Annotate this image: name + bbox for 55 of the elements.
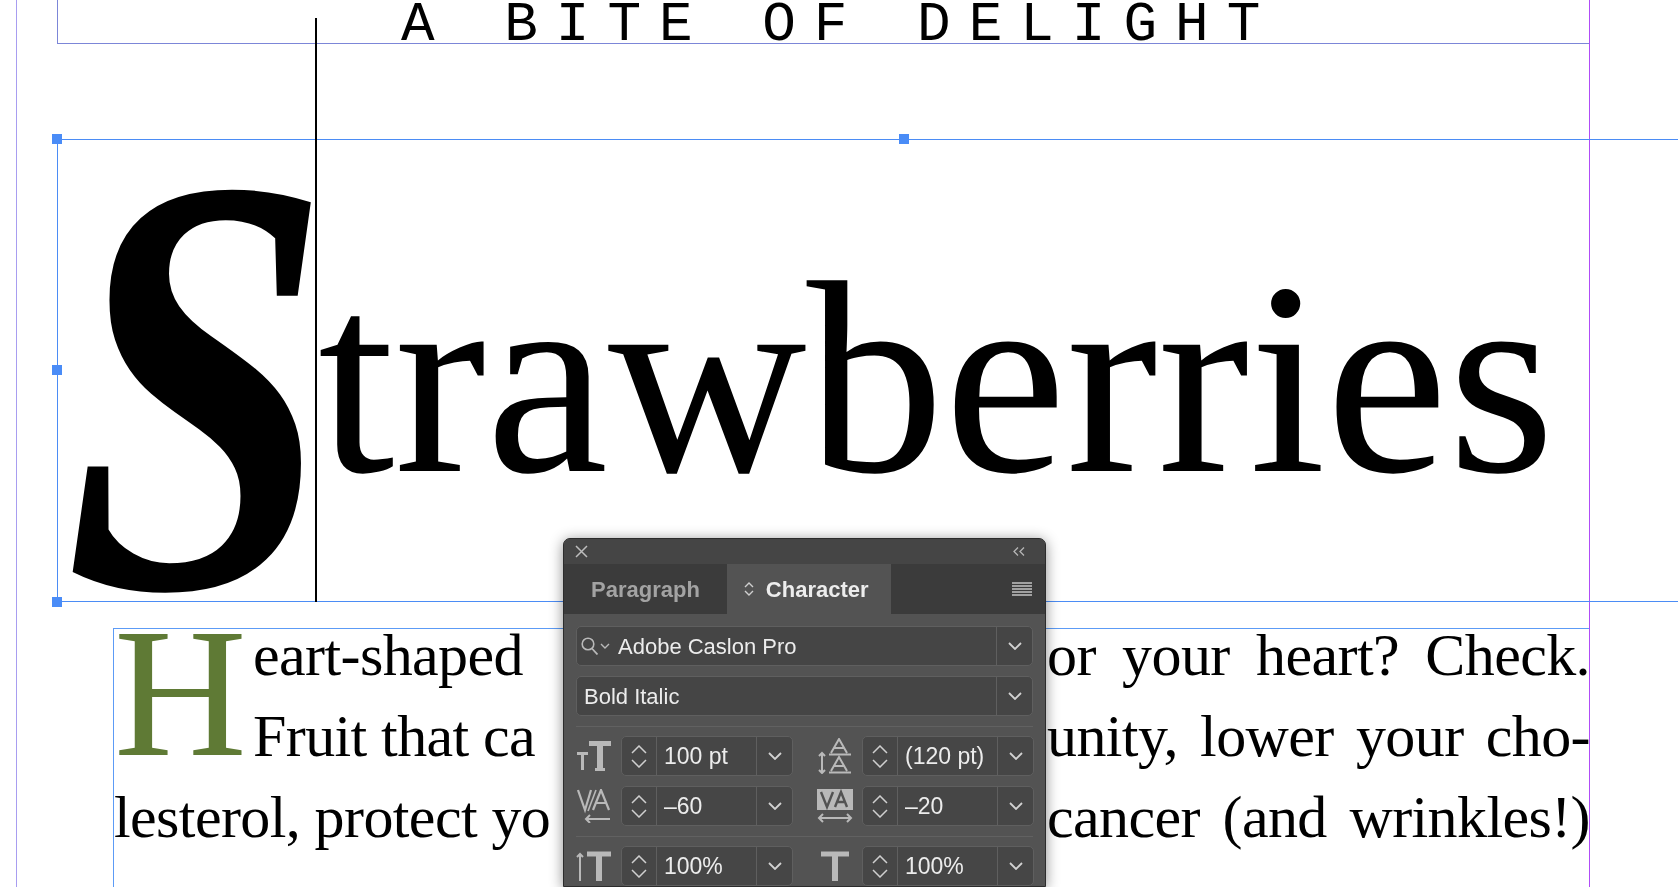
kerning-field[interactable]: –60 <box>621 786 793 826</box>
menu-icon[interactable] <box>1012 582 1032 596</box>
caret-icon <box>600 643 610 649</box>
headline-text: trawberries <box>318 271 1555 485</box>
tracking-icon <box>817 789 853 823</box>
resize-handle[interactable] <box>52 597 62 607</box>
chevron-up-icon[interactable] <box>631 744 647 754</box>
body-text: or your heart? Check. <box>1047 621 1590 690</box>
chevron-up-icon[interactable] <box>631 794 647 804</box>
horizontal-scale-field[interactable]: 100% <box>862 846 1034 886</box>
up-down-chevron-icon <box>743 581 754 597</box>
font-family-field[interactable]: Adobe Caslon Pro <box>576 626 1033 666</box>
resize-handle[interactable] <box>899 134 909 144</box>
caret-icon <box>1008 752 1023 760</box>
caret-icon <box>767 802 782 810</box>
chevron-up-icon[interactable] <box>872 744 888 754</box>
caret-icon <box>1007 692 1022 700</box>
caret-icon <box>767 862 782 870</box>
font-size-field[interactable]: 100 pt <box>621 736 793 776</box>
resize-handle[interactable] <box>52 134 62 144</box>
tab[interactable]: Character <box>726 564 891 614</box>
chevron-up-icon[interactable] <box>872 854 888 864</box>
chevrons-left-icon[interactable] <box>1013 547 1025 556</box>
caret-icon <box>1008 862 1023 870</box>
caret-icon <box>1007 642 1022 650</box>
vertical-scale-icon <box>576 851 612 881</box>
close-icon[interactable] <box>575 545 588 558</box>
chevron-down-icon[interactable] <box>872 758 888 768</box>
kerning-icon <box>577 789 611 823</box>
vertical-scale-field[interactable]: 100% <box>621 846 793 886</box>
drop-cap: H <box>114 628 247 758</box>
body-text: lesterol, protect yo <box>114 784 551 850</box>
body-text: cancer (and wrinkles!) <box>1047 783 1590 852</box>
caret-icon <box>1008 802 1023 810</box>
font-size-icon <box>576 741 612 771</box>
font-style-field[interactable]: Bold Italic <box>576 676 1033 716</box>
leading-icon <box>818 738 852 774</box>
chevron-down-icon[interactable] <box>872 868 888 878</box>
chevron-up-icon[interactable] <box>872 794 888 804</box>
chevron-down-icon[interactable] <box>631 758 647 768</box>
search-icon <box>581 637 598 655</box>
chevron-down-icon[interactable] <box>631 808 647 818</box>
body-text: unity, lower your cho- <box>1047 702 1590 771</box>
chevron-up-icon[interactable] <box>631 854 647 864</box>
chevron-down-icon[interactable] <box>631 868 647 878</box>
leading-field[interactable]: (120 pt) <box>862 736 1034 776</box>
horizontal-scale-icon <box>820 851 850 881</box>
body-text: eart-shaped <box>253 622 523 688</box>
chevron-down-icon[interactable] <box>872 808 888 818</box>
caret-icon <box>767 752 782 760</box>
tracking-field[interactable]: –20 <box>862 786 1034 826</box>
body-text: Fruit that ca <box>253 703 536 769</box>
initial-letter: S <box>64 176 312 593</box>
resize-handle[interactable] <box>52 365 62 375</box>
tab[interactable]: Paragraph <box>564 564 727 614</box>
